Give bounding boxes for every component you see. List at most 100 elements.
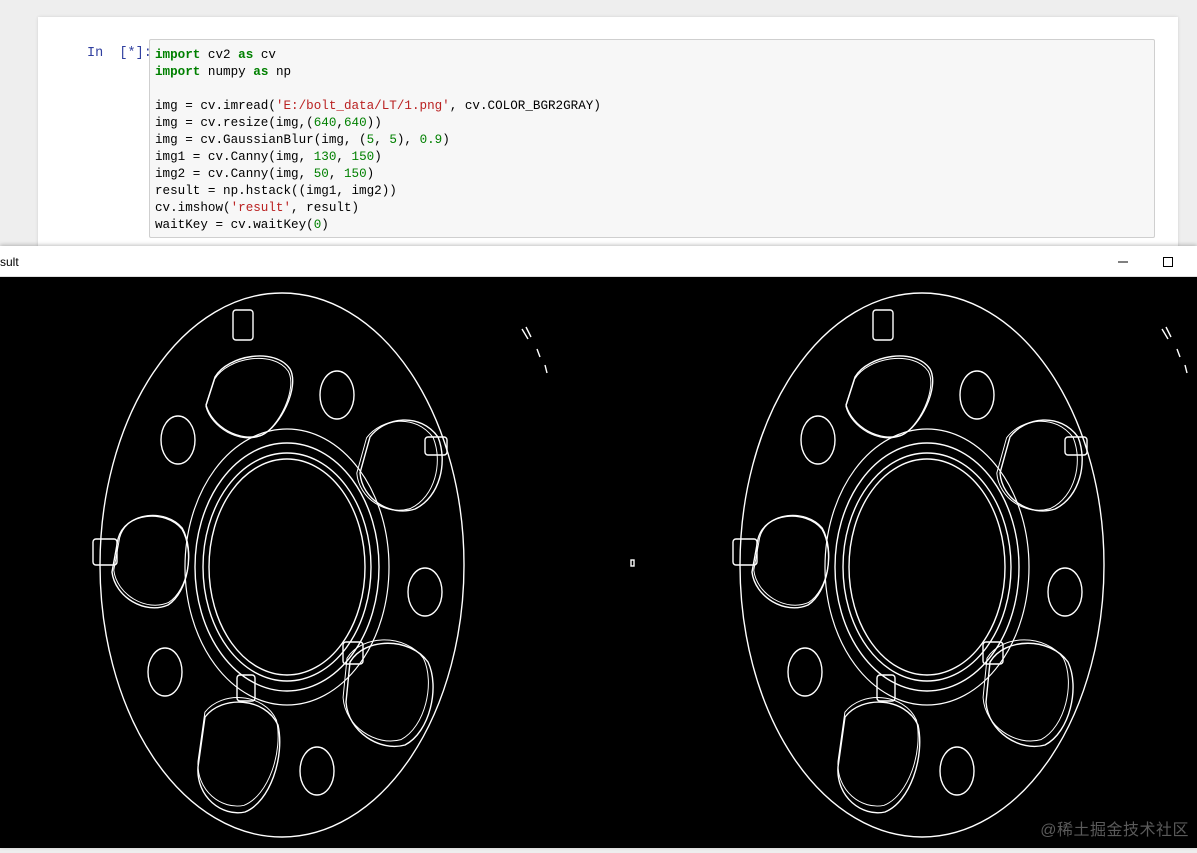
pocket-edge [205,355,294,438]
code-token: 'result' [230,201,292,215]
flange-edges-2 [732,292,1188,838]
code-token: 150 [351,150,375,164]
pocket-inner-edge [356,420,438,511]
opencv-result-window: sult @稀土掘金技术社区 [0,246,1197,848]
code-line: img = cv.imread('E:/bolt_data/LT/1.png',… [155,98,601,115]
maximize-icon [1163,256,1173,267]
pocket-edge [197,701,281,814]
bolt-hole-edge [787,647,823,697]
code-token: ), [396,133,420,147]
noise-edge [536,348,541,358]
bore-ring-edge [842,452,1012,682]
noise-edge [1165,326,1172,338]
code-token: ) [321,218,329,232]
bolt-hole-edge [299,746,335,796]
code-cell-input[interactable]: import cv2 as cv import numpy as np img = … [149,39,1155,238]
code-line: result = np.hstack((img1, img2)) [155,183,601,200]
bolt-hole-edge [407,567,443,617]
code-token: import [155,48,201,62]
code-line: import cv2 as cv [155,47,601,64]
code-token: numpy [200,65,254,79]
window-titlebar[interactable]: sult [0,246,1197,277]
pocket-edge [345,642,434,748]
code-token: img1 = cv.Canny(img, [155,150,314,164]
maximize-button[interactable] [1145,246,1191,277]
noise-edge [630,559,635,567]
canny-edge-result [92,292,1188,838]
code-token: cv2 [200,48,239,62]
code-token: result = np.hstack((img1, img2)) [155,184,397,198]
code-token: 50 [313,167,329,181]
window-title: sult [0,255,19,269]
code-token: 640 [313,116,337,130]
minimize-icon [1118,261,1128,262]
code-line: img = cv.GaussianBlur(img, (5, 5), 0.9) [155,132,601,149]
code-token: as [253,65,269,79]
code-token: as [238,48,254,62]
code-token: 0.9 [419,133,443,147]
outer-rim-edge [99,292,465,838]
code-line: import numpy as np [155,64,601,81]
code-line: img1 = cv.Canny(img, 130, 150) [155,149,601,166]
bolt-hole-edge [1047,567,1083,617]
tab-edge [872,309,894,341]
code-token: cv.imshow( [155,201,231,215]
code-token: , [328,167,344,181]
minimize-button[interactable] [1100,246,1146,277]
pocket-inner-edge [197,697,279,807]
tab-edge [232,309,254,341]
code-token: , result) [291,201,360,215]
cell-prompt: In [*]: [87,46,152,61]
code-token: 150 [343,167,367,181]
code-token: np [268,65,292,79]
code-token: , cv.COLOR_BGR2GRAY) [449,99,601,113]
code-token: img = cv.imread( [155,99,276,113]
code-token: ) [366,167,375,181]
bore-ring-edge [194,442,380,692]
pocket-inner-edge [205,357,292,439]
code-token: 130 [313,150,337,164]
bore-inner-edge [848,458,1006,676]
code-token: import [155,65,201,79]
image-canvas [0,277,1197,848]
flange-edges-1 [92,292,548,838]
code-token: ) [442,133,450,147]
code-line: img2 = cv.Canny(img, 50, 150) [155,166,601,183]
code-token: , [336,116,344,130]
bolt-hole-edge [800,415,836,465]
outer-rim-edge [739,292,1105,838]
code-token: 640 [343,116,367,130]
pocket-inner-edge [845,357,932,439]
code-token: cv [253,48,276,62]
code-token: )) [366,116,382,130]
code-token: img = cv.GaussianBlur(img, ( [155,133,367,147]
noise-edge [525,326,532,338]
bolt-hole-edge [147,647,183,697]
code-token: ) [374,150,382,164]
bolt-hole-edge [959,370,995,420]
code-line: img = cv.resize(img,(640,640)) [155,115,601,132]
bolt-hole-edge [160,415,196,465]
code-line: cv.imshow('result', result) [155,200,601,217]
noise-edge [1176,348,1181,358]
bore-ring-edge [834,442,1020,692]
pocket-inner-edge [113,514,190,606]
noise-edge [544,364,548,374]
pocket-edge [985,642,1074,748]
code-token: waitKey = cv.waitKey( [155,218,314,232]
code-line: waitKey = cv.waitKey(0) [155,217,601,234]
pocket-inner-edge [996,420,1078,511]
code-token: , [336,150,352,164]
watermark: @稀土掘金技术社区 [1040,822,1189,839]
pocket-edge [845,355,934,438]
bore-inner-edge [208,458,366,676]
code-token: 'E:/bolt_data/LT/1.png' [275,99,450,113]
code-token: 5 [389,133,397,147]
pocket-inner-edge [837,697,919,807]
code-token: img = cv.resize(img,( [155,116,314,130]
pocket-edge [837,701,921,814]
bore-ring-edge [202,452,372,682]
code-lines: import cv2 as cv import numpy as np img = … [155,47,601,234]
code-token: , [374,133,390,147]
